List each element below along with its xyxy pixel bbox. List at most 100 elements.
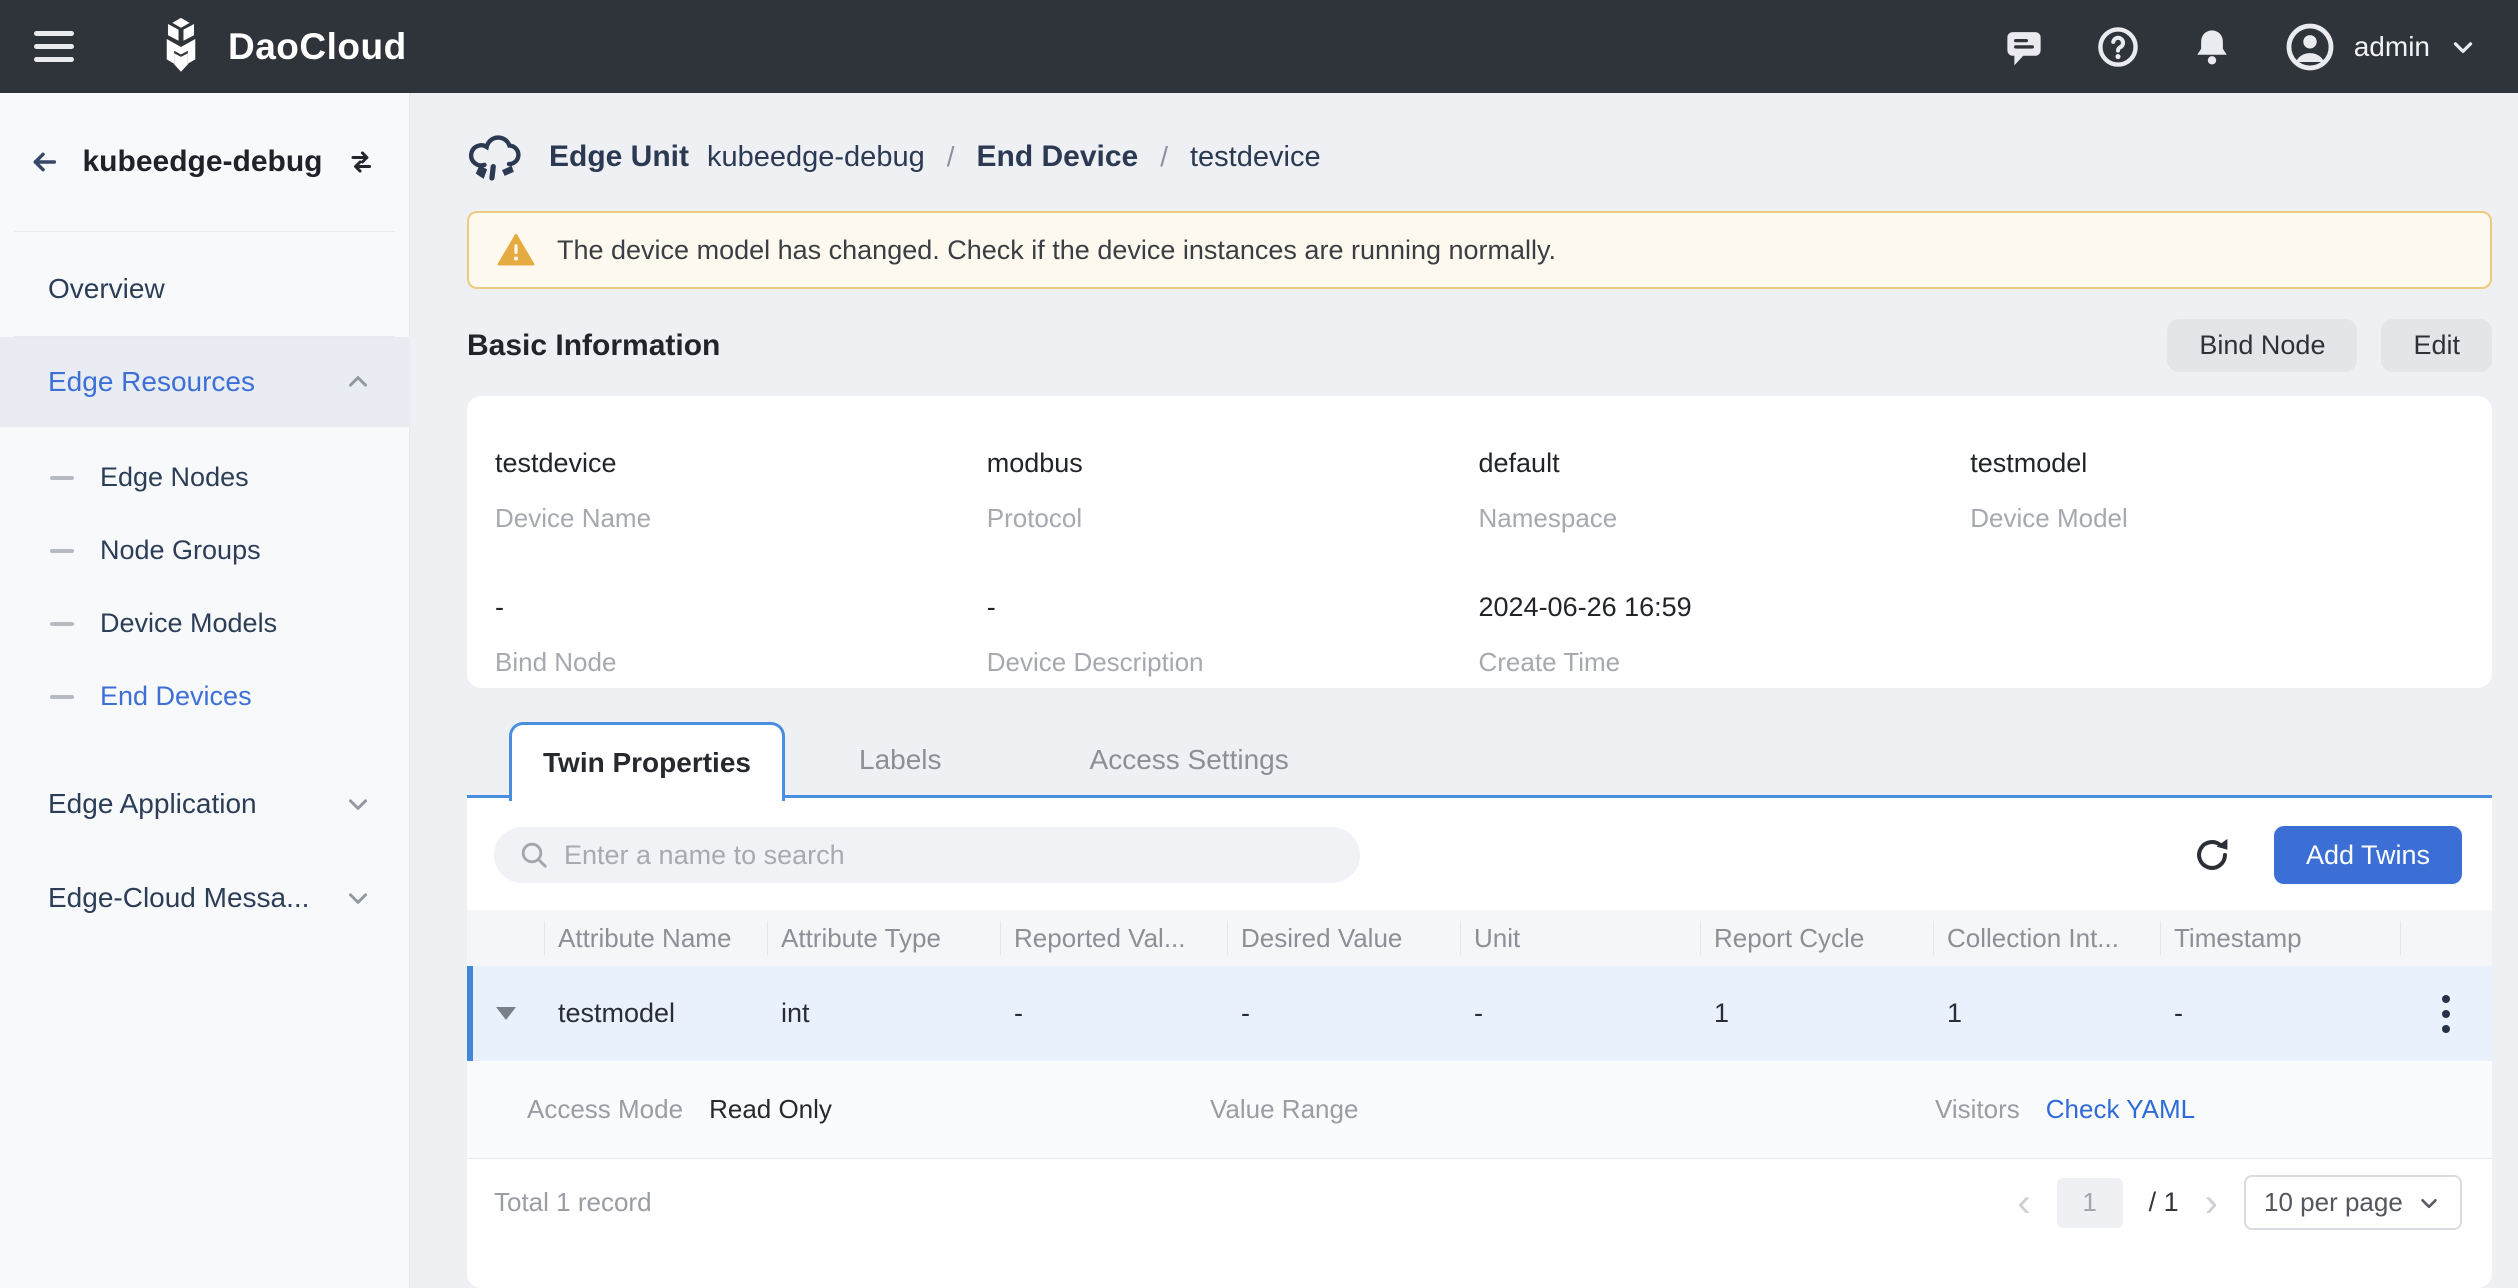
table-footer: Total 1 record ‹ / 1 › 10 per page: [467, 1159, 2492, 1246]
chevron-down-icon: [343, 789, 373, 819]
menu-toggle-icon[interactable]: [34, 27, 80, 67]
collapse-row-icon[interactable]: [496, 1007, 516, 1020]
switch-unit-icon[interactable]: [347, 142, 375, 182]
app-root: DaoCloud: [0, 0, 2518, 1288]
basic-information-card: testdevice Device Name modbus Protocol d…: [467, 396, 2492, 688]
field-device-description: - Device Description: [987, 592, 1469, 678]
breadcrumb-separator: /: [947, 141, 955, 173]
dash-icon: [50, 622, 74, 626]
help-icon[interactable]: [2096, 25, 2140, 69]
field-create-time: 2024-06-26 16:59 Create Time: [1479, 592, 1961, 678]
warning-icon: [497, 231, 535, 269]
field-protocol: modbus Protocol: [987, 448, 1469, 534]
row-expanded-details: Access Mode Read Only Value Range Visito…: [467, 1061, 2492, 1159]
tab-labels[interactable]: Labels: [785, 722, 1016, 798]
page-number-input[interactable]: [2057, 1178, 2123, 1228]
warning-message: The device model has changed. Check if t…: [557, 235, 1556, 266]
column-header-attribute-name: Attribute Name: [544, 910, 767, 966]
table-header: Attribute Name Attribute Type Reported V…: [467, 910, 2492, 966]
dash-icon: [50, 476, 74, 480]
sidebar-item-overview[interactable]: Overview: [0, 242, 409, 336]
chevron-down-icon: [343, 883, 373, 913]
chevron-up-icon: [343, 367, 373, 397]
expand-column-header: [467, 910, 544, 966]
detail-value-range: Value Range: [1210, 1094, 1935, 1125]
search-input[interactable]: [564, 840, 1336, 871]
column-header-timestamp: Timestamp: [2160, 910, 2400, 966]
edge-unit-icon: [467, 129, 523, 185]
sidebar-group-edge-cloud-message[interactable]: Edge-Cloud Messa...: [0, 851, 409, 945]
column-header-report-cycle: Report Cycle: [1700, 910, 1933, 966]
search-box: [494, 827, 1360, 883]
cell-report-cycle: 1: [1700, 998, 1933, 1029]
total-records: Total 1 record: [494, 1187, 2017, 1218]
add-twins-button[interactable]: Add Twins: [2274, 826, 2462, 884]
sidebar-subgroup: Edge Nodes Node Groups Device Models End…: [0, 427, 409, 739]
warning-banner: The device model has changed. Check if t…: [467, 211, 2492, 289]
pagination: ‹ / 1 › 10 per page: [2017, 1175, 2462, 1230]
sidebar-group-edge-resources[interactable]: Edge Resources: [0, 337, 409, 427]
cell-reported-value: -: [1000, 998, 1227, 1029]
field-namespace: default Namespace: [1479, 448, 1961, 534]
tab-twin-properties[interactable]: Twin Properties: [509, 722, 785, 801]
search-icon: [518, 839, 550, 871]
sidebar-item-device-models[interactable]: Device Models: [0, 587, 409, 660]
basic-information-header: Basic Information Bind Node Edit: [467, 319, 2492, 372]
sidebar: kubeedge-debug Overview Edge Resources: [0, 93, 410, 1288]
tab-access-settings[interactable]: Access Settings: [1016, 722, 1363, 798]
edit-button[interactable]: Edit: [2381, 319, 2492, 372]
breadcrumb-section: Edge Unit: [549, 140, 689, 174]
detail-access-mode: Access Mode Read Only: [527, 1094, 1210, 1125]
daocloud-logo-icon: [150, 16, 212, 78]
breadcrumb-category[interactable]: End Device: [976, 140, 1138, 174]
field-device-name: testdevice Device Name: [495, 448, 977, 534]
column-header-attribute-type: Attribute Type: [767, 910, 1000, 966]
column-header-unit: Unit: [1460, 910, 1700, 966]
cell-desired-value: -: [1227, 998, 1460, 1029]
actions-column-header: [2400, 910, 2492, 966]
main-content: Edge Unit kubeedge-debug / End Device / …: [410, 93, 2518, 1288]
breadcrumb-unit[interactable]: kubeedge-debug: [707, 141, 925, 174]
cell-attribute-type: int: [767, 998, 1000, 1029]
avatar: [2284, 21, 2336, 73]
topbar-actions: admin: [2002, 21, 2478, 73]
sidebar-nav: Overview Edge Resources Edge Nodes: [0, 232, 409, 945]
page-count: / 1: [2149, 1187, 2179, 1218]
username: admin: [2354, 31, 2430, 63]
refresh-icon[interactable]: [2188, 831, 2236, 879]
user-menu[interactable]: admin: [2284, 21, 2478, 73]
cell-timestamp: -: [2160, 998, 2400, 1029]
row-actions-menu-icon[interactable]: [2436, 989, 2456, 1039]
tab-bar: Twin Properties Labels Access Settings: [467, 722, 2492, 798]
dash-icon: [50, 549, 74, 553]
table-toolbar: Add Twins: [467, 798, 2492, 910]
notifications-bell-icon[interactable]: [2190, 25, 2234, 69]
brand-name: DaoCloud: [228, 26, 407, 68]
cell-collection-interval: 1: [1933, 998, 2160, 1029]
sidebar-item-node-groups[interactable]: Node Groups: [0, 514, 409, 587]
bind-node-button[interactable]: Bind Node: [2167, 319, 2357, 372]
column-header-reported-value: Reported Val...: [1000, 910, 1227, 966]
field-device-model: testmodel Device Model: [1970, 448, 2452, 534]
top-navigation-bar: DaoCloud: [0, 0, 2518, 93]
brand-logo[interactable]: DaoCloud: [150, 16, 407, 78]
twin-properties-panel: Add Twins Attribute Name Attribute Type …: [467, 798, 2492, 1288]
cell-unit: -: [1460, 998, 1700, 1029]
field-empty: [1970, 592, 2452, 678]
next-page-icon[interactable]: ›: [2205, 1183, 2218, 1223]
sidebar-item-edge-nodes[interactable]: Edge Nodes: [0, 441, 409, 514]
page-size-select[interactable]: 10 per page: [2244, 1175, 2462, 1230]
sidebar-item-end-devices[interactable]: End Devices: [0, 660, 409, 733]
previous-page-icon[interactable]: ‹: [2017, 1183, 2030, 1223]
section-title: Basic Information: [467, 329, 2167, 363]
edge-unit-title: kubeedge-debug: [82, 145, 322, 179]
table-row: testmodel int - - - 1 1 -: [467, 966, 2492, 1061]
sidebar-group-edge-application[interactable]: Edge Application: [0, 757, 409, 851]
cell-attribute-name: testmodel: [544, 998, 767, 1029]
dash-icon: [50, 695, 74, 699]
back-arrow-icon[interactable]: [30, 142, 58, 182]
chevron-down-icon: [2416, 1190, 2442, 1216]
field-bind-node: - Bind Node: [495, 592, 977, 678]
check-yaml-link[interactable]: Check YAML: [2046, 1094, 2195, 1125]
messages-icon[interactable]: [2002, 25, 2046, 69]
